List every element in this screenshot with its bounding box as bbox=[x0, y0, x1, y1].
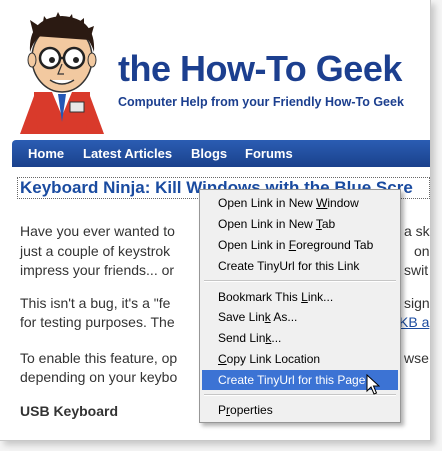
paragraph-line: This isn't a bug, it's a "fesigne bbox=[20, 295, 430, 311]
nav-item-blogs[interactable]: Blogs bbox=[191, 146, 227, 161]
nav-item-latest-articles[interactable]: Latest Articles bbox=[83, 146, 172, 161]
site-title[interactable]: the How-To Geek bbox=[118, 48, 402, 90]
paragraph-line: for testing purposes. The KB a bbox=[20, 314, 430, 330]
menu-item-save-link-as[interactable]: Save Link As... bbox=[202, 307, 398, 327]
how-to-geek-mascot-logo bbox=[20, 12, 104, 134]
menu-item-properties[interactable]: Properties bbox=[202, 400, 398, 420]
main-navigation: Home Latest Articles Blogs Forums bbox=[12, 140, 430, 167]
inline-kb-link[interactable]: KB a bbox=[399, 312, 429, 332]
menu-item-send-link[interactable]: Send Link... bbox=[202, 328, 398, 348]
paragraph-line: impress your friends... or swit bbox=[20, 262, 429, 278]
menu-item-copy-link-location[interactable]: Copy Link Location bbox=[202, 349, 398, 369]
site-tagline: Computer Help from your Friendly How-To … bbox=[118, 95, 404, 109]
paragraph-line: depending on your keybo bbox=[20, 369, 178, 385]
usb-keyboard-heading: USB Keyboard bbox=[20, 403, 119, 419]
paragraph-line: To enable this feature, op wse bbox=[20, 350, 429, 366]
menu-separator bbox=[204, 280, 396, 282]
mouse-pointer-icon bbox=[366, 374, 380, 395]
paragraph-line: just a couple of keystrokone bbox=[20, 243, 430, 259]
menu-item-create-tinyurl-link[interactable]: Create TinyUrl for this Link bbox=[202, 256, 398, 276]
menu-item-open-in-new-tab[interactable]: Open Link in New Tab bbox=[202, 214, 398, 234]
paragraph-line: Have you ever wanted to a sk bbox=[20, 223, 430, 239]
nav-item-forums[interactable]: Forums bbox=[245, 146, 293, 161]
menu-item-bookmark-link[interactable]: Bookmark This Link... bbox=[202, 287, 398, 307]
menu-item-open-in-foreground-tab[interactable]: Open Link in Foreground Tab bbox=[202, 235, 398, 255]
nav-item-home[interactable]: Home bbox=[28, 146, 64, 161]
menu-item-open-in-new-window[interactable]: Open Link in New Window bbox=[202, 193, 398, 213]
